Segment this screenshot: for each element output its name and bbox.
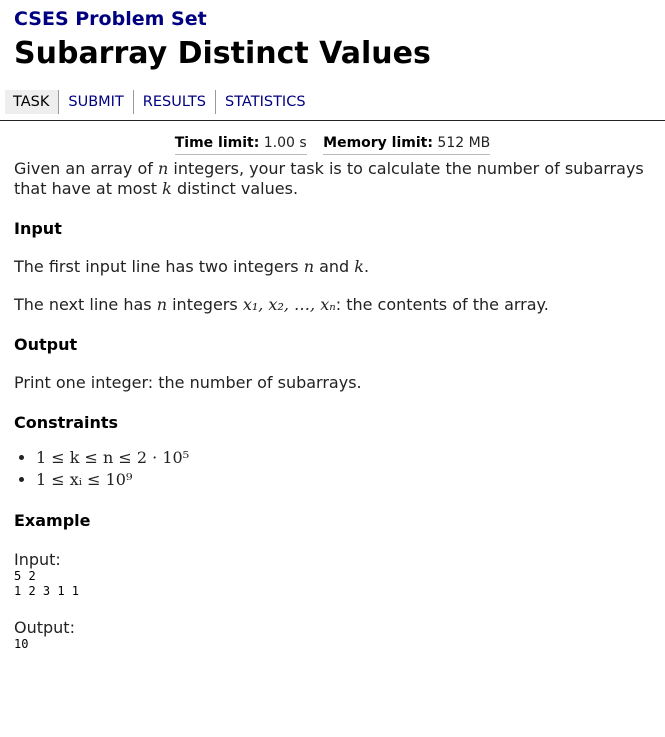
input-line-1-end: . bbox=[364, 257, 370, 276]
output-heading: Output bbox=[14, 335, 78, 354]
site-title-link[interactable]: CSES Problem Set bbox=[14, 8, 651, 30]
example-output: 10 bbox=[14, 637, 29, 651]
time-limit-label: Time limit: bbox=[174, 135, 260, 151]
tab-submit[interactable]: SUBMIT bbox=[58, 90, 132, 114]
input-heading: Input bbox=[14, 219, 62, 238]
statement-part-a: Given an array of bbox=[14, 159, 158, 178]
input-line-1-a: The first input line has two integers bbox=[14, 257, 304, 276]
constraint-item: 1 ≤ xᵢ ≤ 10⁹ bbox=[36, 469, 651, 491]
output-text: Print one integer: the number of subarra… bbox=[14, 373, 362, 392]
input-line-2-c: : the contents of the array. bbox=[335, 295, 549, 314]
math-k: k bbox=[162, 179, 172, 198]
problem-title: Subarray Distinct Values bbox=[14, 36, 431, 71]
example-heading: Example bbox=[14, 511, 91, 530]
problem-statement: Given an array of n integers, your task … bbox=[14, 159, 651, 199]
input-line-2-b: integers bbox=[167, 295, 243, 314]
input-line-1-and: and bbox=[314, 257, 355, 276]
example-input: 5 2 1 2 3 1 1 bbox=[14, 569, 80, 598]
time-limit-value: 1.00 s bbox=[263, 135, 307, 151]
limits-bar: Time limit: 1.00 s Memory limit: 512 MB bbox=[14, 133, 651, 155]
math-n: n bbox=[157, 159, 169, 178]
math-n: n bbox=[156, 295, 168, 314]
example-output-label: Output: bbox=[14, 618, 75, 637]
math-k: k bbox=[354, 257, 364, 276]
input-line-2: The next line has n integers x₁, x₂, …, … bbox=[14, 295, 651, 315]
math-n: n bbox=[303, 257, 315, 276]
page: CSES Problem Set Subarray Distinct Value… bbox=[0, 8, 665, 652]
task-nav: TASK SUBMIT RESULTS STATISTICS bbox=[5, 90, 651, 114]
memory-limit-value: 512 MB bbox=[437, 135, 491, 151]
constraints-list: 1 ≤ k ≤ n ≤ 2 · 10⁵ 1 ≤ xᵢ ≤ 10⁹ bbox=[14, 447, 651, 491]
constraints-heading: Constraints bbox=[14, 413, 119, 432]
memory-limit-label: Memory limit: bbox=[323, 135, 433, 151]
input-line-2-a: The next line has bbox=[14, 295, 157, 314]
constraint-item: 1 ≤ k ≤ n ≤ 2 · 10⁵ bbox=[36, 447, 651, 469]
example-input-label: Input: bbox=[14, 550, 61, 569]
input-line-1: The first input line has two integers n … bbox=[14, 257, 651, 277]
time-limit: Time limit: 1.00 s bbox=[174, 133, 307, 155]
nav-divider bbox=[0, 120, 665, 121]
tab-task[interactable]: TASK bbox=[5, 90, 59, 114]
statement-part-c: distinct values. bbox=[171, 179, 299, 198]
tab-statistics[interactable]: STATISTICS bbox=[215, 90, 315, 114]
tab-results[interactable]: RESULTS bbox=[132, 90, 215, 114]
math-sequence: x₁, x₂, …, xₙ bbox=[242, 295, 336, 314]
memory-limit: Memory limit: 512 MB bbox=[323, 133, 491, 155]
